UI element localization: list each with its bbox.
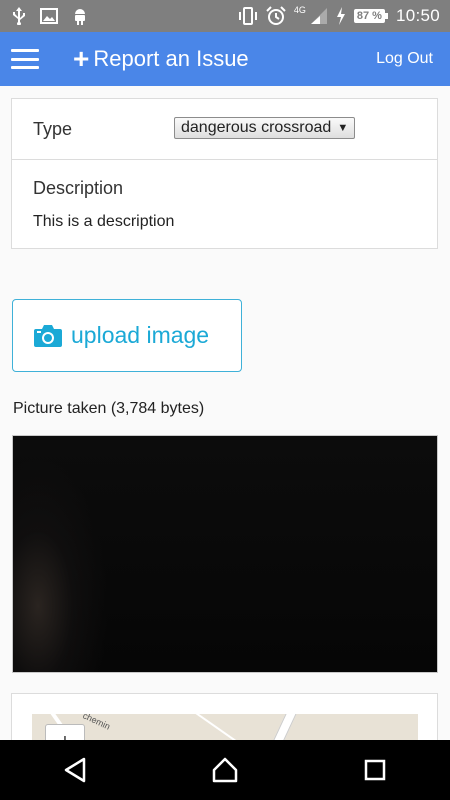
captured-photo	[12, 435, 438, 673]
vibrate-icon	[238, 7, 258, 25]
dropdown-arrow-icon: ▼	[337, 122, 349, 134]
recents-icon[interactable]	[345, 740, 405, 800]
app-bar: + Report an Issue Log Out	[0, 32, 450, 86]
image-icon	[40, 8, 58, 24]
clock: 10:50	[395, 6, 440, 25]
main-content[interactable]: Type dangerous crossroad ▼ Description T…	[0, 86, 450, 740]
logout-button[interactable]: Log Out	[376, 50, 433, 68]
navigation-bar	[0, 740, 450, 800]
type-select[interactable]: dangerous crossroad ▼	[174, 117, 356, 139]
back-icon[interactable]	[45, 740, 105, 800]
battery-percent: 87 %	[353, 9, 385, 23]
type-select-value: dangerous crossroad	[181, 119, 332, 136]
menu-icon[interactable]	[11, 49, 39, 69]
battery-icon: 87 %	[353, 9, 388, 23]
type-row: Type dangerous crossroad ▼	[12, 99, 437, 160]
type-label: Type	[33, 118, 73, 139]
charging-icon	[336, 7, 346, 25]
network-type: 4G	[293, 5, 306, 15]
description-row: Description This is a description	[12, 160, 437, 250]
status-bar-right: 4G 87 % 10:50	[238, 5, 440, 26]
description-value[interactable]: This is a description	[33, 213, 174, 231]
camera-icon	[33, 324, 63, 348]
status-bar: 4G 87 % 10:50	[0, 0, 450, 32]
status-bar-left	[12, 7, 88, 25]
page-title: + Report an Issue	[73, 45, 249, 73]
map-street-label: chemin	[81, 714, 112, 732]
alarm-icon	[266, 6, 286, 26]
usb-icon	[12, 7, 26, 25]
upload-image-button[interactable]: upload image	[12, 299, 242, 372]
issue-form: Type dangerous crossroad ▼ Description T…	[11, 98, 438, 249]
zoom-in-button[interactable]: +	[45, 724, 85, 740]
upload-image-label: upload image	[71, 322, 210, 348]
map-card: chemin +	[11, 693, 438, 740]
home-icon[interactable]	[195, 740, 255, 800]
plus-icon: +	[73, 43, 90, 74]
picture-caption: Picture taken (3,784 bytes)	[13, 400, 205, 417]
page-title-text: Report an Issue	[93, 46, 249, 71]
android-icon	[72, 7, 88, 25]
map[interactable]: chemin +	[32, 714, 418, 740]
description-label: Description	[33, 178, 124, 198]
signal-icon	[310, 7, 328, 25]
